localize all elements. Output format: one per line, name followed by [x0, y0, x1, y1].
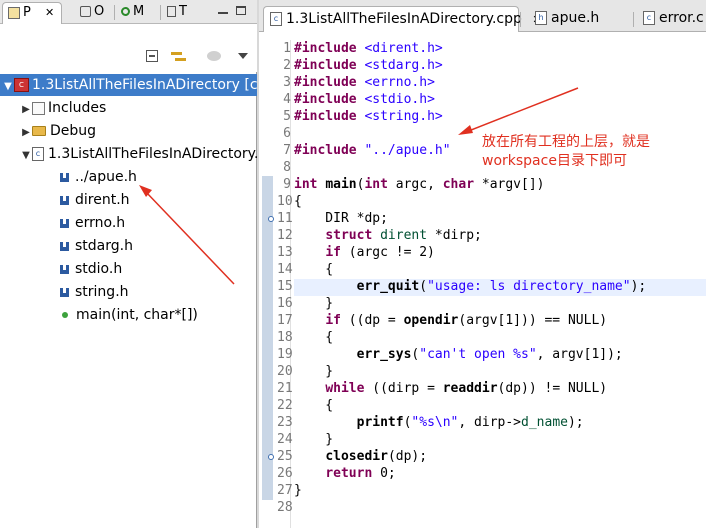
annotation-arrow-tree — [145, 191, 235, 285]
arrow-head-icon — [458, 125, 473, 135]
annotation-arrow-editor — [465, 87, 579, 133]
annotation-arrows — [139, 87, 579, 285]
